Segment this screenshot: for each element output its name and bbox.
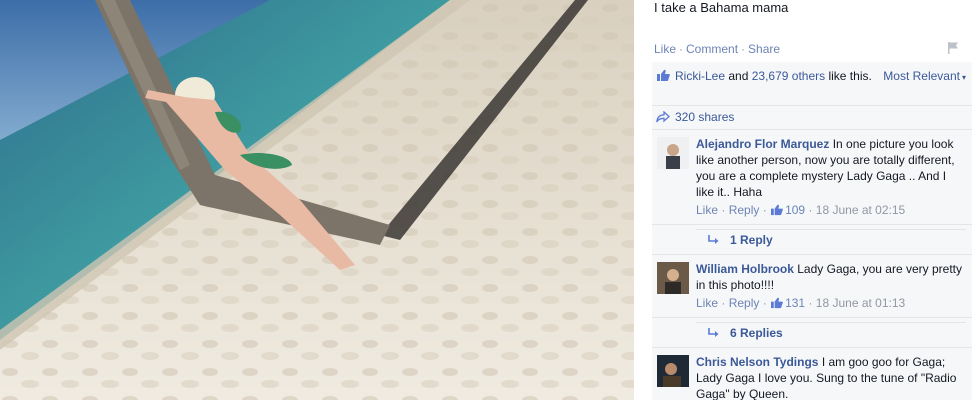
- comment-meta: Like · Reply · 109 · 18 June at 02:15: [696, 203, 906, 217]
- comment-timestamp[interactable]: 18 June at 02:15: [816, 203, 905, 217]
- comment-author[interactable]: William Holbrook: [696, 262, 794, 276]
- reply-divider: [696, 229, 966, 230]
- reply-arrow-icon: [708, 328, 719, 337]
- avatar-image: [657, 137, 689, 169]
- others-link[interactable]: 23,679 others: [752, 69, 825, 83]
- post-actions: Like · Comment · Share: [654, 42, 780, 56]
- post-photo[interactable]: [0, 0, 634, 400]
- comment-author[interactable]: Alejandro Flor Marquez: [696, 137, 829, 151]
- comment-item: Alejandro Flor Marquez In one picture yo…: [652, 130, 972, 225]
- report-flag-icon[interactable]: [946, 41, 960, 55]
- reply-divider: [696, 322, 966, 323]
- feedback-section: Ricki-Lee and 23,679 others like this. M…: [652, 62, 972, 400]
- replies-count: 1 Reply: [730, 233, 773, 247]
- likes-suffix: like this.: [828, 69, 872, 83]
- avatar[interactable]: [657, 355, 689, 387]
- action-separator: ·: [741, 42, 746, 56]
- comment-author[interactable]: Chris Nelson Tydings: [696, 355, 818, 369]
- view-replies[interactable]: 6 Replies: [652, 318, 972, 348]
- shares-count: 320 shares: [675, 110, 735, 124]
- shares-summary[interactable]: 320 shares: [652, 106, 972, 130]
- likes-connector: and: [728, 69, 749, 83]
- view-replies[interactable]: 1 Reply: [652, 225, 972, 255]
- comment-meta: Like · Reply · 131 · 18 June at 01:13: [696, 296, 906, 310]
- like-action[interactable]: Like: [654, 42, 676, 56]
- likes-summary: Ricki-Lee and 23,679 others like this. M…: [652, 62, 972, 106]
- thumbs-up-icon: [657, 69, 670, 81]
- liker-name[interactable]: Ricki-Lee: [675, 69, 725, 83]
- comment-timestamp[interactable]: 18 June at 01:13: [816, 296, 905, 310]
- share-action[interactable]: Share: [748, 42, 780, 56]
- comment-reply-link[interactable]: Reply: [729, 203, 760, 217]
- avatar[interactable]: [657, 262, 689, 294]
- thumbs-up-icon: [771, 204, 783, 216]
- reply-arrow-icon: [708, 235, 719, 244]
- comment-like-count[interactable]: 109: [785, 203, 805, 217]
- comment-like-link[interactable]: Like: [696, 203, 718, 217]
- post-caption: I take a Bahama mama: [654, 0, 789, 15]
- sort-label: Most Relevant: [883, 69, 960, 83]
- comment-item: William Holbrook Lady Gaga, you are very…: [652, 255, 972, 318]
- avatar[interactable]: [657, 137, 689, 169]
- avatar-image: [657, 355, 689, 387]
- share-arrow-icon: [656, 111, 670, 123]
- comment-like-link[interactable]: Like: [696, 296, 718, 310]
- replies-count: 6 Replies: [730, 326, 783, 340]
- post-sidebar: I take a Bahama mama Like · Comment · Share …: [646, 0, 980, 400]
- comment-action[interactable]: Comment: [686, 42, 738, 56]
- beach-photo: [0, 0, 634, 400]
- comment-sort-dropdown[interactable]: Most Relevant ▾: [883, 68, 966, 86]
- comment-like-count[interactable]: 131: [785, 296, 805, 310]
- comment-reply-link[interactable]: Reply: [729, 296, 760, 310]
- avatar-image: [657, 262, 689, 294]
- comment-item: Chris Nelson Tydings I am goo goo for Ga…: [652, 348, 972, 400]
- action-separator: ·: [679, 42, 684, 56]
- chevron-down-icon: ▾: [961, 73, 966, 82]
- thumbs-up-icon: [771, 297, 783, 309]
